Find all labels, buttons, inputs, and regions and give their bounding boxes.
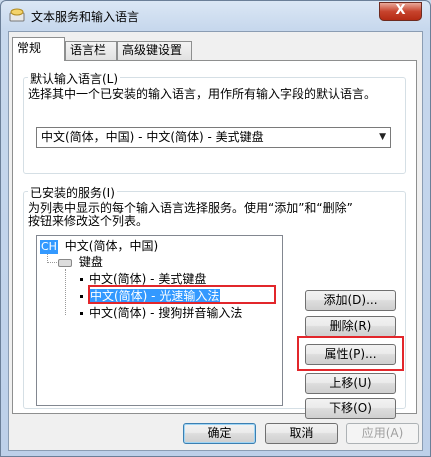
add-button[interactable]: 添加(D)...: [305, 290, 396, 311]
remove-button[interactable]: 删除(R): [305, 316, 396, 337]
installed-services-description-2: 按钮来修改这个列表。: [28, 214, 149, 228]
tree-item-label: 中文(简体) - 美式键盘: [89, 272, 207, 286]
default-language-group: 默认输入语言(L) 选择其中一个已安装的输入语言，用作所有输入字段的默认语言。 …: [23, 70, 406, 174]
installed-services-tree[interactable]: CH 中文(简体，中国) 键盘 中文(简体) - 美式键盘 中文(简体) - 光…: [36, 235, 283, 406]
default-language-description: 选择其中一个已安装的输入语言，用作所有输入字段的默认语言。: [28, 87, 377, 101]
general-tab-page: 默认输入语言(L) 选择其中一个已安装的输入语言，用作所有输入字段的默认语言。 …: [12, 60, 417, 419]
default-language-selected: 中文(简体，中国) - 中文(简体) - 美式键盘: [41, 130, 264, 144]
move-up-button[interactable]: 上移(U): [305, 373, 396, 394]
tree-keyboard-label: 键盘: [78, 255, 103, 269]
apply-button[interactable]: 应用(A): [346, 423, 419, 444]
default-language-select[interactable]: 中文(简体，中国) - 中文(简体) - 美式键盘 ▼: [36, 127, 391, 148]
window-title: 文本服务和输入语言: [31, 10, 140, 24]
dialog-window: 文本服务和输入语言 X 常规 语言栏 高级键设置 默认输入语言(L) 选择其中一…: [0, 0, 431, 457]
default-language-legend: 默认输入语言(L): [28, 70, 121, 87]
installed-services-description-1: 为列表中显示的每个输入语言选择服务。使用“添加”和“删除”: [28, 201, 353, 215]
tab-language-bar[interactable]: 语言栏: [65, 41, 117, 60]
chevron-down-icon: ▼: [379, 132, 386, 142]
tree-language-label: 中文(简体，中国): [64, 239, 159, 253]
tree-connector: [47, 262, 57, 263]
dialog-client-area: 常规 语言栏 高级键设置 默认输入语言(L) 选择其中一个已安装的输入语言，用作…: [8, 31, 423, 451]
bullet-icon: [80, 278, 83, 281]
tree-item-label: 中文(简体) - 搜狗拼音输入法: [89, 306, 243, 320]
bullet-icon: [80, 295, 83, 298]
move-down-button[interactable]: 下移(O): [305, 398, 396, 419]
tree-keyboard-node[interactable]: 键盘: [58, 254, 103, 270]
highlight-box-properties: [297, 336, 404, 371]
keyboard-app-icon: [9, 8, 25, 22]
tree-language-node[interactable]: CH 中文(简体，中国): [40, 238, 158, 254]
tree-connector: [65, 269, 66, 315]
close-button[interactable]: X: [379, 2, 422, 21]
highlight-box-selected-item: [88, 285, 276, 304]
keyboard-icon: [58, 258, 72, 267]
title-bar[interactable]: 文本服务和输入语言 X: [1, 1, 430, 29]
tab-advanced-key-settings[interactable]: 高级键设置: [117, 41, 192, 60]
tree-item-sogou-pinyin[interactable]: 中文(简体) - 搜狗拼音输入法: [80, 305, 242, 321]
installed-services-group: 已安装的服务(I) 为列表中显示的每个输入语言选择服务。使用“添加”和“删除” …: [23, 184, 406, 419]
bullet-icon: [80, 312, 83, 315]
tab-general[interactable]: 常规: [12, 37, 65, 61]
ok-button[interactable]: 确定: [183, 423, 256, 444]
cancel-button[interactable]: 取消: [265, 423, 338, 444]
installed-services-legend: 已安装的服务(I): [28, 184, 117, 201]
language-badge: CH: [40, 240, 58, 254]
